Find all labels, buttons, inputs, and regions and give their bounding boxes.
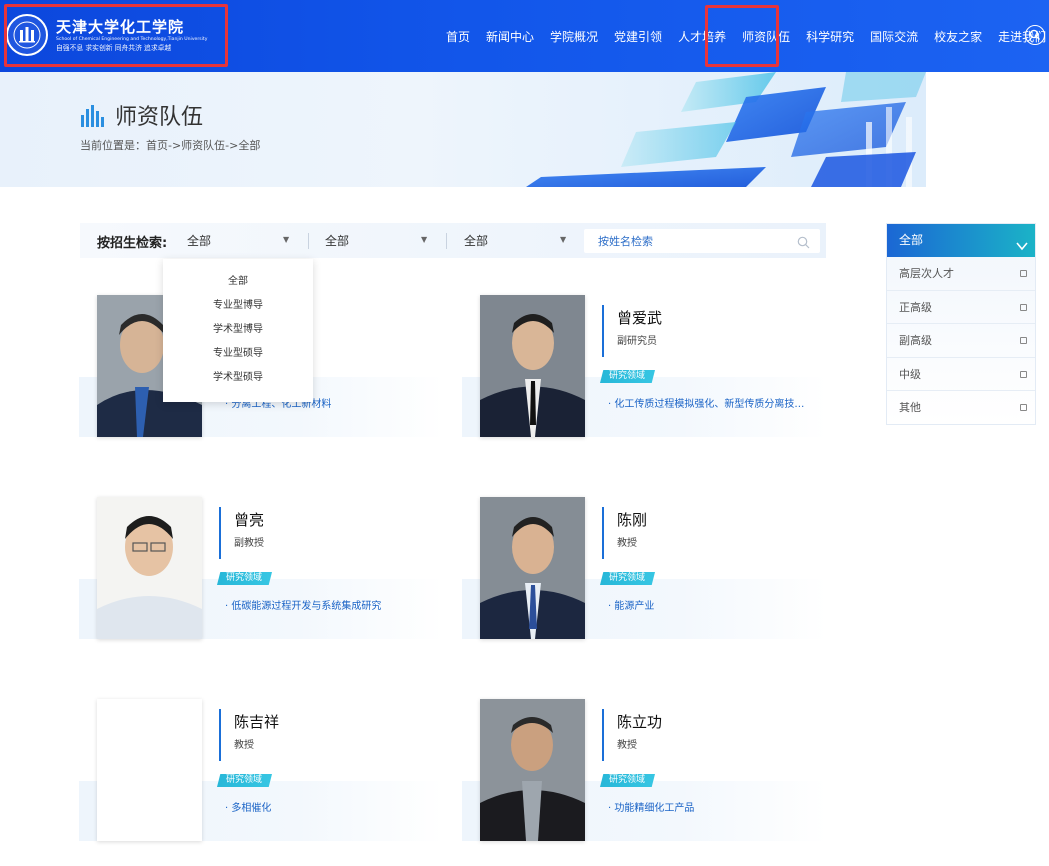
nav-item-news[interactable]: 新闻中心 [486,28,534,45]
faculty-name[interactable]: 陈吉祥 [234,711,279,732]
sidebar-item-label: 中级 [899,367,921,381]
page-title: 师资队伍 [115,105,204,130]
sidebar-item-label: 副高级 [899,334,932,347]
name-search-input[interactable] [584,229,784,253]
search-icon[interactable] [797,234,810,253]
faculty-photo[interactable] [480,699,585,841]
dropdown-option-academic-master[interactable]: 学术型硕导 [163,368,313,392]
dropdown-option-all[interactable]: 全部 [163,272,313,296]
research-area-tag: 研究领域 [600,370,656,383]
research-field: · 功能精细化工产品 [608,803,695,814]
caret-down-icon: ▼ [421,235,428,244]
university-seal-icon [6,14,48,56]
research-area-tag: 研究领域 [217,774,273,787]
sidebar-item-label: 其他 [899,401,921,414]
name-accent-bar [602,709,604,761]
sidebar-item-all[interactable]: 全部 [887,224,1035,257]
square-bullet-icon [1020,370,1027,378]
faculty-title: 副研究员 [617,336,657,347]
sidebar-item-senior[interactable]: 正高级 [887,291,1035,324]
logo-english-name: School of Chemical Engineering and Techn… [56,36,208,42]
caret-down-icon: ▼ [560,235,567,244]
nav-item-about[interactable]: 学院概况 [550,28,598,45]
nav-item-education[interactable]: 人才培养 [678,28,726,45]
filter-bar: 按招生检索: 全部 ▼ 全部 ▼ 全部 ▼ [80,223,826,258]
enrollment-type-dropdown: 全部 专业型博导 学术型博导 专业型硕导 学术型硕导 [163,259,313,402]
faculty-photo[interactable] [480,295,585,437]
faculty-title: 教授 [234,740,254,751]
sidebar-item-label: 正高级 [899,300,932,314]
faculty-title: 教授 [617,538,637,549]
sidebar-item-high-level-talent[interactable]: 高层次人才 [887,257,1035,291]
sidebar-head-label: 全部 [899,233,924,247]
nav-item-faculty[interactable]: 师资队伍 [742,28,790,45]
research-area-tag: 研究领域 [600,572,656,585]
enrollment-type-value: 全部 [187,234,212,248]
faculty-photo[interactable] [480,497,585,639]
dropdown-option-professional-master[interactable]: 专业型硕导 [163,344,313,368]
caret-down-icon: ▼ [283,235,290,244]
name-accent-bar [602,507,604,559]
name-accent-bar [219,709,221,761]
research-field: · 低碳能源过程开发与系统集成研究 [225,601,382,612]
faculty-photo-placeholder[interactable] [97,699,202,841]
secondary-select[interactable]: 全部 ▼ [325,232,430,249]
name-search-box [584,229,820,253]
tertiary-select-value: 全部 [464,234,489,248]
secondary-select-value: 全部 [325,234,350,248]
research-field: · 化工传质过程模拟强化、新型传质分离技术… [608,399,813,410]
faculty-card[interactable]: 曾爱武 副研究员 研究领域 · 化工传质过程模拟强化、新型传质分离技术… [462,295,827,440]
header-search-icon[interactable] [1025,25,1045,45]
square-bullet-icon [1020,303,1027,311]
nav-item-international[interactable]: 国际交流 [870,28,918,45]
research-field: · 能源产业 [608,601,655,612]
faculty-title: 教授 [617,740,637,751]
sidebar-item-other[interactable]: 其他 [887,391,1035,425]
name-accent-bar [219,507,221,559]
faculty-name[interactable]: 陈刚 [617,509,647,530]
main-nav: 首页 新闻中心 学院概况 党建引领 人才培养 师资队伍 科学研究 国际交流 校友… [438,0,1049,72]
logo-motto: 自强不息 求实创新 同舟共济 追求卓越 [56,43,172,52]
nav-item-home[interactable]: 首页 [446,28,470,45]
research-area-tag: 研究领域 [217,572,273,585]
faculty-card[interactable]: 陈吉祥 教授 研究领域 · 多相催化 [79,699,444,844]
faculty-name[interactable]: 陈立功 [617,711,662,732]
site-header: 天津大学化工学院 School of Chemical Engineering … [0,0,1049,72]
nav-item-research[interactable]: 科学研究 [806,28,854,45]
square-bullet-icon [1020,404,1027,411]
faculty-card[interactable]: 陈刚 教授 研究领域 · 能源产业 [462,497,827,642]
research-area-tag: 研究领域 [600,774,656,787]
enrollment-type-select[interactable]: 全部 ▼ [187,232,292,249]
bar-chart-icon [80,105,104,131]
tertiary-select[interactable]: 全部 ▼ [464,232,569,249]
square-bullet-icon [1020,337,1027,344]
category-sidebar: 全部 高层次人才 正高级 副高级 中级 其他 [886,223,1036,425]
faculty-title: 副教授 [234,538,264,549]
breadcrumb: 当前位置是：首页->师资队伍->全部 [80,139,261,152]
faculty-card[interactable]: 陈立功 教授 研究领域 · 功能精细化工产品 [462,699,827,844]
divider [446,233,447,249]
faculty-name[interactable]: 曾爱武 [617,307,662,328]
dropdown-option-professional-phd[interactable]: 专业型博导 [163,296,313,320]
site-logo[interactable]: 天津大学化工学院 School of Chemical Engineering … [6,10,207,60]
research-field: · 多相催化 [225,803,272,814]
faculty-card[interactable]: 曾亮 副教授 研究领域 · 低碳能源过程开发与系统集成研究 [79,497,444,642]
banner-decoration [526,72,926,187]
dropdown-option-academic-phd[interactable]: 学术型博导 [163,320,313,344]
nav-item-alumni[interactable]: 校友之家 [934,28,982,45]
sidebar-item-intermediate[interactable]: 中级 [887,358,1035,391]
sidebar-item-associate-senior[interactable]: 副高级 [887,324,1035,358]
faculty-photo[interactable] [97,497,202,639]
name-accent-bar [602,305,604,357]
square-bullet-icon [1020,270,1027,277]
divider [308,233,309,249]
filter-label: 按招生检索: [97,236,168,251]
logo-chinese-name: 天津大学化工学院 [56,17,185,36]
faculty-name[interactable]: 曾亮 [234,509,264,530]
sidebar-item-label: 高层次人才 [899,267,954,280]
nav-item-party[interactable]: 党建引领 [614,28,662,45]
